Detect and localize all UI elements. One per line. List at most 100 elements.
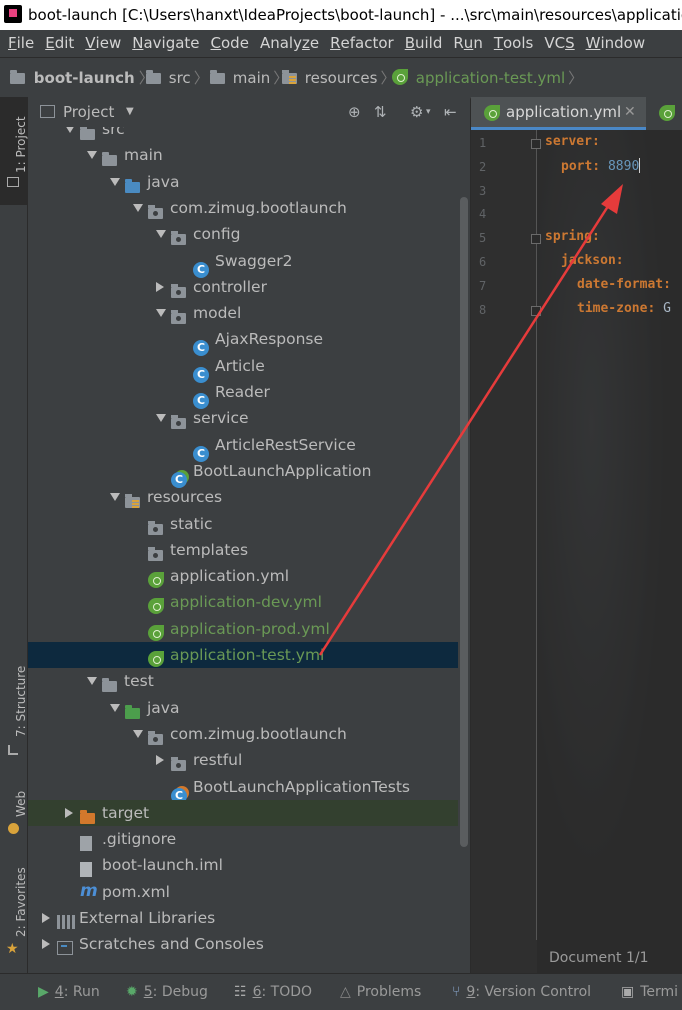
expanded-arrow-icon[interactable] [156, 414, 166, 423]
menu-tools[interactable]: Tools [494, 30, 534, 57]
tool-window-web-tab[interactable]: Web [0, 787, 28, 847]
tree-row-application-prod-yml[interactable]: application-prod.yml [28, 616, 458, 642]
menu-code[interactable]: Code [211, 30, 249, 57]
editor-tab-next[interactable] [647, 97, 682, 130]
close-tab-icon[interactable]: ✕ [624, 97, 636, 127]
tree-row-com-zimug-bootlaunch[interactable]: com.zimug.bootlaunch [28, 195, 458, 221]
expanded-arrow-icon[interactable] [65, 127, 75, 133]
menu-refactor[interactable]: Refactor [330, 30, 394, 57]
tree-row-boot-launch-iml[interactable]: boot-launch.iml [28, 852, 458, 878]
tree-scrollbar-track[interactable] [458, 127, 470, 973]
bottom-tool-debug[interactable]: ✹ 5: Debug [126, 974, 208, 1010]
expanded-arrow-icon[interactable] [87, 151, 97, 160]
collapsed-arrow-icon[interactable] [42, 913, 50, 923]
project-view-selector[interactable]: Project [63, 97, 114, 127]
tree-row-static[interactable]: static [28, 511, 458, 537]
expanded-arrow-icon[interactable] [87, 677, 97, 686]
menu-file[interactable]: File [8, 30, 34, 57]
tree-row-reader[interactable]: C Reader [28, 379, 458, 409]
code-line[interactable]: date-format: [577, 277, 671, 292]
menu-edit[interactable]: Edit [45, 30, 74, 57]
tree-row-bootlaunchapplicationtests[interactable]: C BootLaunchApplicationTests [28, 774, 458, 804]
locate-file-icon[interactable]: ⊕ [348, 103, 361, 121]
breadcrumb-main[interactable]: main 〉 [210, 58, 288, 98]
breadcrumb-src[interactable]: src 〉 [146, 58, 209, 98]
menu-vcs[interactable]: VCS [544, 30, 574, 57]
expanded-arrow-icon[interactable] [156, 309, 166, 318]
chevron-down-icon[interactable]: ▼ [126, 97, 134, 127]
tree-row-controller[interactable]: controller [28, 274, 458, 300]
tool-window-project-tab[interactable]: 1: Project [0, 97, 28, 205]
tree-row-restful[interactable]: restful [28, 747, 458, 773]
editor-tab-application-yml[interactable]: application.yml ✕ [471, 97, 646, 130]
hide-panel-icon[interactable]: ⇤ [444, 103, 457, 121]
expanded-arrow-icon[interactable] [110, 177, 120, 186]
code-line[interactable]: time-zone: G [577, 301, 671, 316]
menu-window[interactable]: Window [586, 30, 646, 57]
project-tree[interactable]: src main java com.zimug.bootlaunch config C Sw… [28, 127, 470, 973]
tree-row-java[interactable]: java [28, 169, 458, 195]
tool-window-favorites-tab[interactable]: 2: Favorites ★ [0, 857, 28, 967]
bottom-tool-problems[interactable]: △ Problems [340, 974, 421, 1010]
code-line[interactable]: jackson: [561, 253, 624, 268]
expanded-arrow-icon[interactable] [133, 203, 143, 212]
collapsed-arrow-icon[interactable] [156, 281, 164, 292]
menu-analyze[interactable]: Analyze [260, 30, 319, 57]
menu-build[interactable]: Build [405, 30, 443, 57]
tree-row-application-dev-yml[interactable]: application-dev.yml [28, 589, 458, 615]
menu-run[interactable]: Run [453, 30, 482, 57]
tree-row-model[interactable]: model [28, 300, 458, 326]
gear-icon[interactable]: ⚙ [410, 103, 423, 121]
tree-row-gitignore[interactable]: .gitignore [28, 826, 458, 852]
tree-row-target[interactable]: target [28, 799, 458, 826]
collapsed-arrow-icon[interactable] [42, 939, 50, 950]
expanded-arrow-icon[interactable] [110, 703, 120, 712]
tree-row-pom-xml[interactable]: m pom.xml [28, 879, 458, 905]
code-editor[interactable]: 1 2 3 4 5 6 7 8 server: port: 8890 spring: jackson:… [471, 130, 682, 973]
tool-window-structure-tab[interactable]: 7: Structure [0, 657, 28, 777]
tree-row-swagger2[interactable]: C Swagger2 [28, 248, 458, 278]
fold-end-marker-icon[interactable] [531, 305, 541, 316]
tree-row-scratches-and-consoles[interactable]: Scratches and Consoles [28, 931, 458, 957]
expanded-arrow-icon[interactable] [110, 493, 120, 502]
fold-marker-icon[interactable] [531, 139, 541, 149]
tree-row-test[interactable]: test [28, 668, 458, 694]
expanded-arrow-icon[interactable] [156, 230, 166, 239]
tree-row-src[interactable]: src [28, 127, 458, 142]
breadcrumb-project[interactable]: boot-launch〉 [10, 58, 154, 98]
tree-row-resources[interactable]: resources [28, 484, 458, 510]
code-line[interactable]: server: [545, 134, 600, 149]
tree-scrollbar-thumb[interactable] [460, 197, 468, 847]
expanded-arrow-icon[interactable] [133, 729, 143, 738]
code-line[interactable]: spring: [545, 229, 600, 244]
bottom-tool-version-control[interactable]: ⑂ 9: Version Control [452, 974, 591, 1010]
menu-navigate[interactable]: Navigate [132, 30, 199, 57]
tree-row-bootlaunchapplication[interactable]: C BootLaunchApplication [28, 458, 458, 488]
collapsed-arrow-icon[interactable] [65, 807, 73, 818]
gear-dropdown-icon[interactable]: ▾ [426, 103, 431, 121]
tree-row-config[interactable]: config [28, 221, 458, 247]
tree-row-label: java [147, 172, 180, 191]
tree-row-external-libraries[interactable]: External Libraries [28, 905, 458, 931]
collapse-all-icon[interactable]: ⇅ [374, 103, 387, 121]
tree-row-ajaxresponse[interactable]: C AjaxResponse [28, 326, 458, 357]
tree-row-application-test-yml[interactable]: application-test.yml [28, 642, 458, 668]
bottom-tool-run[interactable]: ▶ 4: Run [38, 974, 100, 1010]
tree-row-main[interactable]: main [28, 142, 458, 168]
bottom-tool-todo[interactable]: ☷ 6: TODO [234, 974, 312, 1010]
tree-row-com-zimug-bootlaunch[interactable]: com.zimug.bootlaunch [28, 721, 458, 747]
bottom-tool-termi[interactable]: ▣ Termi [621, 974, 678, 1010]
menu-view[interactable]: View [85, 30, 121, 57]
tree-row-templates[interactable]: templates [28, 537, 458, 563]
fold-marker-icon[interactable] [531, 234, 541, 245]
tree-row-article[interactable]: C Article [28, 353, 458, 383]
tree-row-java[interactable]: java [28, 695, 458, 721]
code-line[interactable]: port: 8890 [561, 157, 641, 174]
tree-row-articlerestservice[interactable]: C ArticleRestService [28, 432, 458, 462]
tree-row-application-yml[interactable]: application.yml [28, 563, 458, 589]
collapsed-arrow-icon[interactable] [156, 755, 164, 766]
breadcrumb-resources[interactable]: resources 〉 [282, 58, 396, 98]
tree-row-service[interactable]: service [28, 405, 458, 431]
run-icon: ▶ [38, 984, 49, 1000]
breadcrumb-file[interactable]: application-test.yml 〉 [392, 58, 583, 98]
